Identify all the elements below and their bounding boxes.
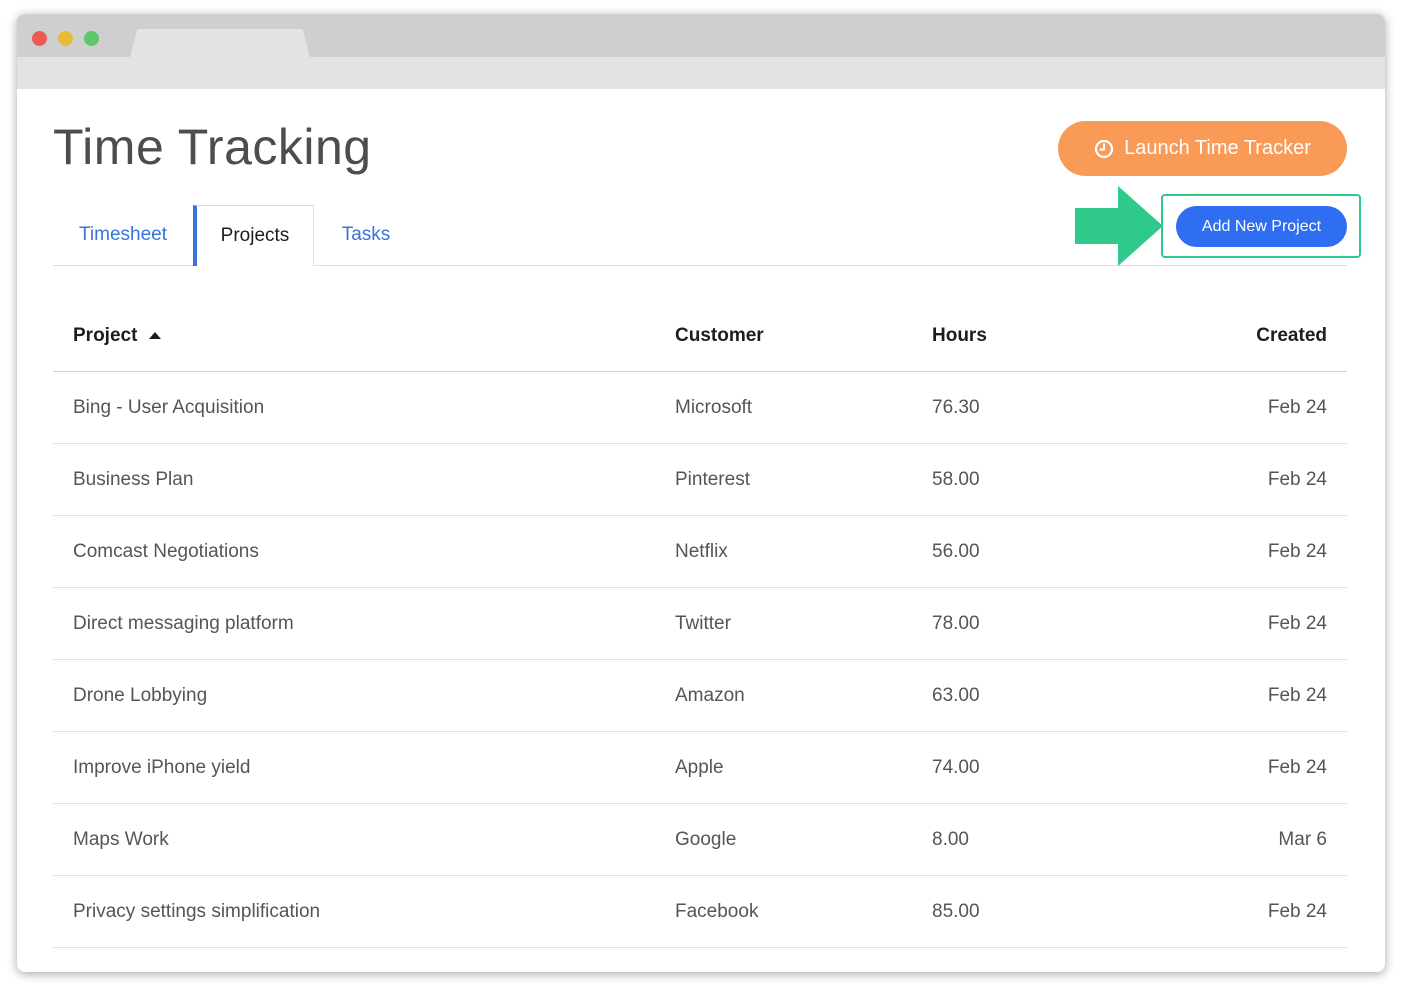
hours-cell: 78.00	[932, 612, 980, 634]
created-cell: Feb 24	[1267, 756, 1327, 778]
launch-time-tracker-label: Launch Time Tracker	[1124, 137, 1311, 159]
hours-cell: 74.00	[932, 756, 980, 778]
column-header-customer[interactable]: Customer	[675, 300, 895, 371]
customer-cell: Google	[675, 828, 737, 850]
table-row[interactable]: Privacy settings simplification Facebook 8…	[53, 876, 1347, 948]
sort-ascending-icon	[149, 332, 162, 339]
column-header-hours[interactable]: Hours	[932, 300, 1112, 371]
table-row[interactable]: Improve iPhone yield Apple 74.00 Feb 24	[53, 732, 1347, 804]
created-cell: Mar 6	[1278, 828, 1327, 850]
created-cell: Feb 24	[1267, 900, 1327, 922]
hours-cell: 76.30	[932, 396, 980, 418]
arrow-right-icon	[1075, 186, 1163, 266]
browser-chrome	[17, 14, 1385, 89]
customer-cell: Microsoft	[675, 396, 753, 418]
project-cell: Improve iPhone yield	[73, 756, 251, 778]
hours-cell: 8.00	[932, 828, 969, 850]
table-row[interactable]: Maps Work Google 8.00 Mar 6	[53, 804, 1347, 876]
clock-icon	[1094, 139, 1114, 159]
project-cell: Privacy settings simplification	[73, 900, 321, 922]
customer-cell: Twitter	[675, 612, 731, 634]
close-window-button[interactable]	[32, 31, 47, 46]
column-header-project-label: Project	[73, 324, 138, 346]
tab-timesheet[interactable]: Timesheet	[53, 205, 193, 265]
add-new-project-button[interactable]: Add New Project	[1176, 206, 1347, 247]
page-title: Time Tracking	[53, 119, 372, 175]
created-cell: Feb 24	[1267, 684, 1327, 706]
hours-cell: 63.00	[932, 684, 980, 706]
table-row[interactable]: Drone Lobbying Amazon 63.00 Feb 24	[53, 660, 1347, 732]
project-cell: Business Plan	[73, 468, 194, 490]
project-cell: Bing - User Acquisition	[73, 396, 265, 418]
column-header-project[interactable]: Project	[73, 300, 633, 371]
customer-cell: Netflix	[675, 540, 728, 562]
tab-tasks[interactable]: Tasks	[321, 205, 411, 265]
created-cell: Feb 24	[1267, 468, 1327, 490]
hours-cell: 58.00	[932, 468, 980, 490]
customer-cell: Pinterest	[675, 468, 750, 490]
customer-cell: Amazon	[675, 684, 745, 706]
table-row[interactable]: Bing - User Acquisition Microsoft 76.30 Feb…	[53, 372, 1347, 444]
created-cell: Feb 24	[1267, 396, 1327, 418]
table-header-row: Project Customer Hours Created	[53, 300, 1347, 372]
customer-cell: Facebook	[675, 900, 759, 922]
project-cell: Direct messaging platform	[73, 612, 294, 634]
hours-cell: 85.00	[932, 900, 980, 922]
table-row[interactable]: Comcast Negotiations Netflix 56.00 Feb 24	[53, 516, 1347, 588]
minimize-window-button[interactable]	[58, 31, 73, 46]
projects-table: Project Customer Hours Created Bing - Us…	[53, 300, 1347, 948]
launch-time-tracker-button[interactable]: Launch Time Tracker	[1058, 121, 1347, 176]
table-row[interactable]: Business Plan Pinterest 58.00 Feb 24	[53, 444, 1347, 516]
project-cell: Maps Work	[73, 828, 169, 850]
table-body: Bing - User Acquisition Microsoft 76.30 Feb…	[53, 372, 1347, 948]
project-cell: Comcast Negotiations	[73, 540, 259, 562]
created-cell: Feb 24	[1267, 540, 1327, 562]
browser-tab[interactable]	[130, 29, 310, 57]
hours-cell: 56.00	[932, 540, 980, 562]
tab-projects[interactable]: Projects	[193, 205, 314, 266]
project-cell: Drone Lobbying	[73, 684, 208, 706]
created-cell: Feb 24	[1267, 612, 1327, 634]
table-row[interactable]: Direct messaging platform Twitter 78.00 Feb…	[53, 588, 1347, 660]
customer-cell: Apple	[675, 756, 724, 778]
column-header-created[interactable]: Created	[1167, 300, 1327, 371]
maximize-window-button[interactable]	[84, 31, 99, 46]
